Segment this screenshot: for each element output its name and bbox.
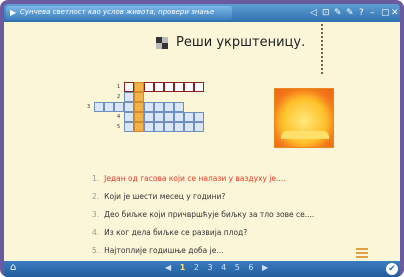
crossword-cell[interactable] — [154, 82, 164, 92]
page-4[interactable]: 4 — [221, 263, 226, 272]
crossword-cell[interactable] — [104, 102, 114, 112]
title-tab[interactable]: ▶ Сунчева светлост као услов живота, про… — [6, 6, 232, 20]
crossword-cell[interactable] — [184, 112, 194, 122]
row-number: 1 — [117, 84, 121, 90]
crossword-cell[interactable] — [134, 92, 144, 102]
page-title: Реши укрштеницу. — [176, 35, 306, 50]
clue-item-5[interactable]: 5. Најтоплије годишње доба је... — [92, 242, 314, 260]
crossword-cell[interactable] — [144, 82, 154, 92]
home-icon[interactable]: ⌂ — [10, 262, 16, 273]
page-6[interactable]: 6 — [248, 263, 253, 272]
crossword-cell[interactable] — [194, 82, 204, 92]
sunset-image — [274, 88, 334, 148]
app-frame: ▶ Сунчева светлост као услов живота, про… — [0, 0, 404, 277]
fullscreen-icon[interactable]: ⊡ — [322, 7, 330, 19]
row-number: 5 — [117, 124, 121, 130]
crossword-cell[interactable] — [124, 82, 134, 92]
crossword-cell[interactable] — [134, 82, 144, 92]
crossword-cell[interactable] — [154, 102, 164, 112]
crossword-cell[interactable] — [134, 122, 144, 132]
landscape-silhouette — [281, 131, 329, 139]
crossword-cell[interactable] — [144, 112, 154, 122]
crossword-cell[interactable] — [154, 112, 164, 122]
clue-list: 1. Један од гасова који се налази у вазду… — [92, 170, 314, 260]
send-icon[interactable]: ◁ — [310, 7, 317, 19]
crossword-cell[interactable] — [184, 82, 194, 92]
help-icon[interactable]: ? — [359, 7, 364, 19]
crossword-cell[interactable] — [134, 102, 144, 112]
crossword-cell[interactable] — [124, 112, 134, 122]
clue-item-1[interactable]: 1. Један од гасова који се налази у вазду… — [92, 170, 314, 188]
crossword-cell[interactable] — [194, 112, 204, 122]
settings-icon[interactable]: ✎ — [346, 7, 354, 19]
crossword-cell[interactable] — [184, 122, 194, 132]
crossword-cell[interactable] — [94, 102, 104, 112]
bottom-bar: ⌂ ◀ 1 2 3 4 5 6 ▶ ✔ — [4, 261, 400, 277]
row-number: 3 — [87, 104, 91, 110]
content-area: Реши укрштеницу. 1 2 3 4 5 1. Један од гасова… — [4, 22, 400, 261]
crossword-cell[interactable] — [134, 112, 144, 122]
crossword-cell[interactable] — [124, 92, 134, 102]
puzzle-icon — [156, 37, 168, 49]
crossword-cell[interactable] — [144, 122, 154, 132]
crossword-cell[interactable] — [154, 122, 164, 132]
maximize-icon[interactable]: ▢ — [381, 7, 390, 19]
crossword-cell[interactable] — [114, 102, 124, 112]
pen-icon[interactable]: ✎ — [334, 7, 342, 19]
page-1[interactable]: 1 — [180, 263, 186, 272]
crossword-cell[interactable] — [174, 122, 184, 132]
page-2[interactable]: 2 — [194, 263, 199, 272]
crossword-cell[interactable] — [174, 102, 184, 112]
dotted-divider — [321, 24, 325, 74]
crossword-cell[interactable] — [174, 82, 184, 92]
crossword-cell[interactable] — [194, 122, 204, 132]
row-number: 2 — [117, 94, 121, 100]
clue-item-4[interactable]: 4. Из ког дела биљке се развија плод? — [92, 224, 314, 242]
pager: ◀ 1 2 3 4 5 6 ▶ — [162, 263, 271, 272]
window-title: Сунчева светлост као услов живота, прове… — [20, 8, 215, 16]
crossword-cell[interactable] — [164, 122, 174, 132]
check-answer-button[interactable]: ✔ — [386, 263, 398, 275]
crossword-cell[interactable] — [124, 122, 134, 132]
page-3[interactable]: 3 — [207, 263, 212, 272]
crossword-cell[interactable] — [164, 102, 174, 112]
tab-arrow-icon: ▶ — [10, 8, 17, 17]
title-bar: ▶ Сунчева светлост као услов живота, про… — [4, 4, 400, 22]
clue-item-2[interactable]: 2. Који је шести месец у години? — [92, 188, 314, 206]
next-page-icon[interactable]: ▶ — [262, 263, 268, 272]
close-icon[interactable]: ✕ — [391, 7, 399, 19]
row-number: 4 — [117, 114, 121, 120]
crossword-cell[interactable] — [174, 112, 184, 122]
menu-lines-icon[interactable] — [356, 248, 368, 258]
crossword-cell[interactable] — [124, 102, 134, 112]
crossword-cell[interactable] — [164, 112, 174, 122]
crossword-cell[interactable] — [164, 82, 174, 92]
minimize-icon[interactable]: – — [370, 7, 375, 19]
page-5[interactable]: 5 — [235, 263, 240, 272]
clue-item-3[interactable]: 3. Део биљке који причвршћује биљку за тл… — [92, 206, 314, 224]
crossword-cell[interactable] — [144, 102, 154, 112]
prev-page-icon[interactable]: ◀ — [165, 263, 171, 272]
